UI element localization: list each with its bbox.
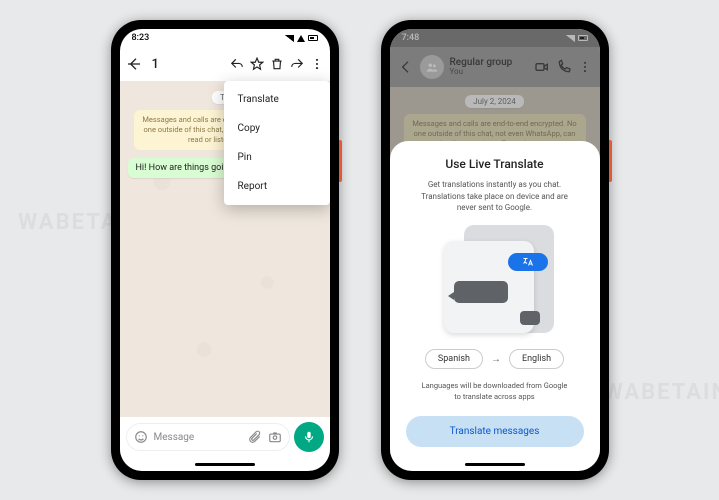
arrow-right-icon: → [491,354,501,365]
translate-button[interactable]: Translate messages [406,416,584,447]
menu-item-report[interactable]: Report [224,172,330,201]
live-translate-sheet: Use Live Translate Get translations inst… [390,141,600,457]
message-input[interactable]: Message [126,423,290,451]
chat-area: To Messages and calls are end-to-end enc… [120,81,330,417]
screen-right: 7:48 Regular group You July 2, 2024 Mess… [390,29,600,471]
language-row: Spanish → English [406,349,584,369]
sheet-description: Get translations instantly as you chat. … [406,179,584,213]
menu-item-copy[interactable]: Copy [224,114,330,143]
forward-icon[interactable] [290,57,304,71]
sheet-footnote: Languages will be downloaded from Google… [406,377,584,402]
phone-right: 7:48 Regular group You July 2, 2024 Mess… [381,20,609,480]
menu-item-translate[interactable]: Translate [224,85,330,114]
selected-count: 1 [152,57,159,72]
menu-item-pin[interactable]: Pin [224,143,330,172]
input-placeholder: Message [154,432,242,443]
back-icon[interactable] [126,56,142,72]
input-bar: Message [120,417,330,457]
status-time: 8:23 [132,33,150,43]
translate-chip-icon [508,253,548,271]
more-icon[interactable] [310,57,324,71]
camera-icon[interactable] [268,430,282,444]
chat-area: July 2, 2024 Messages and calls are end-… [390,87,600,457]
reply-icon[interactable] [230,57,244,71]
lang-to-chip[interactable]: English [509,349,564,369]
mic-button[interactable] [294,422,324,452]
status-bar: 8:23 [120,29,330,47]
context-menu: Translate Copy Pin Report [224,81,330,205]
message-text: Hi! How are things goin [136,163,229,173]
attach-icon[interactable] [248,430,262,444]
screen-left: 8:23 1 To Messages and calls are end-to-… [120,29,330,471]
status-icons [285,35,318,42]
delete-icon[interactable] [270,57,284,71]
lang-from-chip[interactable]: Spanish [425,349,483,369]
star-icon[interactable] [250,57,264,71]
illustration [406,225,584,333]
sheet-title: Use Live Translate [406,157,584,171]
selection-toolbar: 1 [120,47,330,81]
phone-left: 8:23 1 To Messages and calls are end-to-… [111,20,339,480]
emoji-icon[interactable] [134,430,148,444]
nav-bar [120,457,330,471]
nav-bar [390,457,600,471]
